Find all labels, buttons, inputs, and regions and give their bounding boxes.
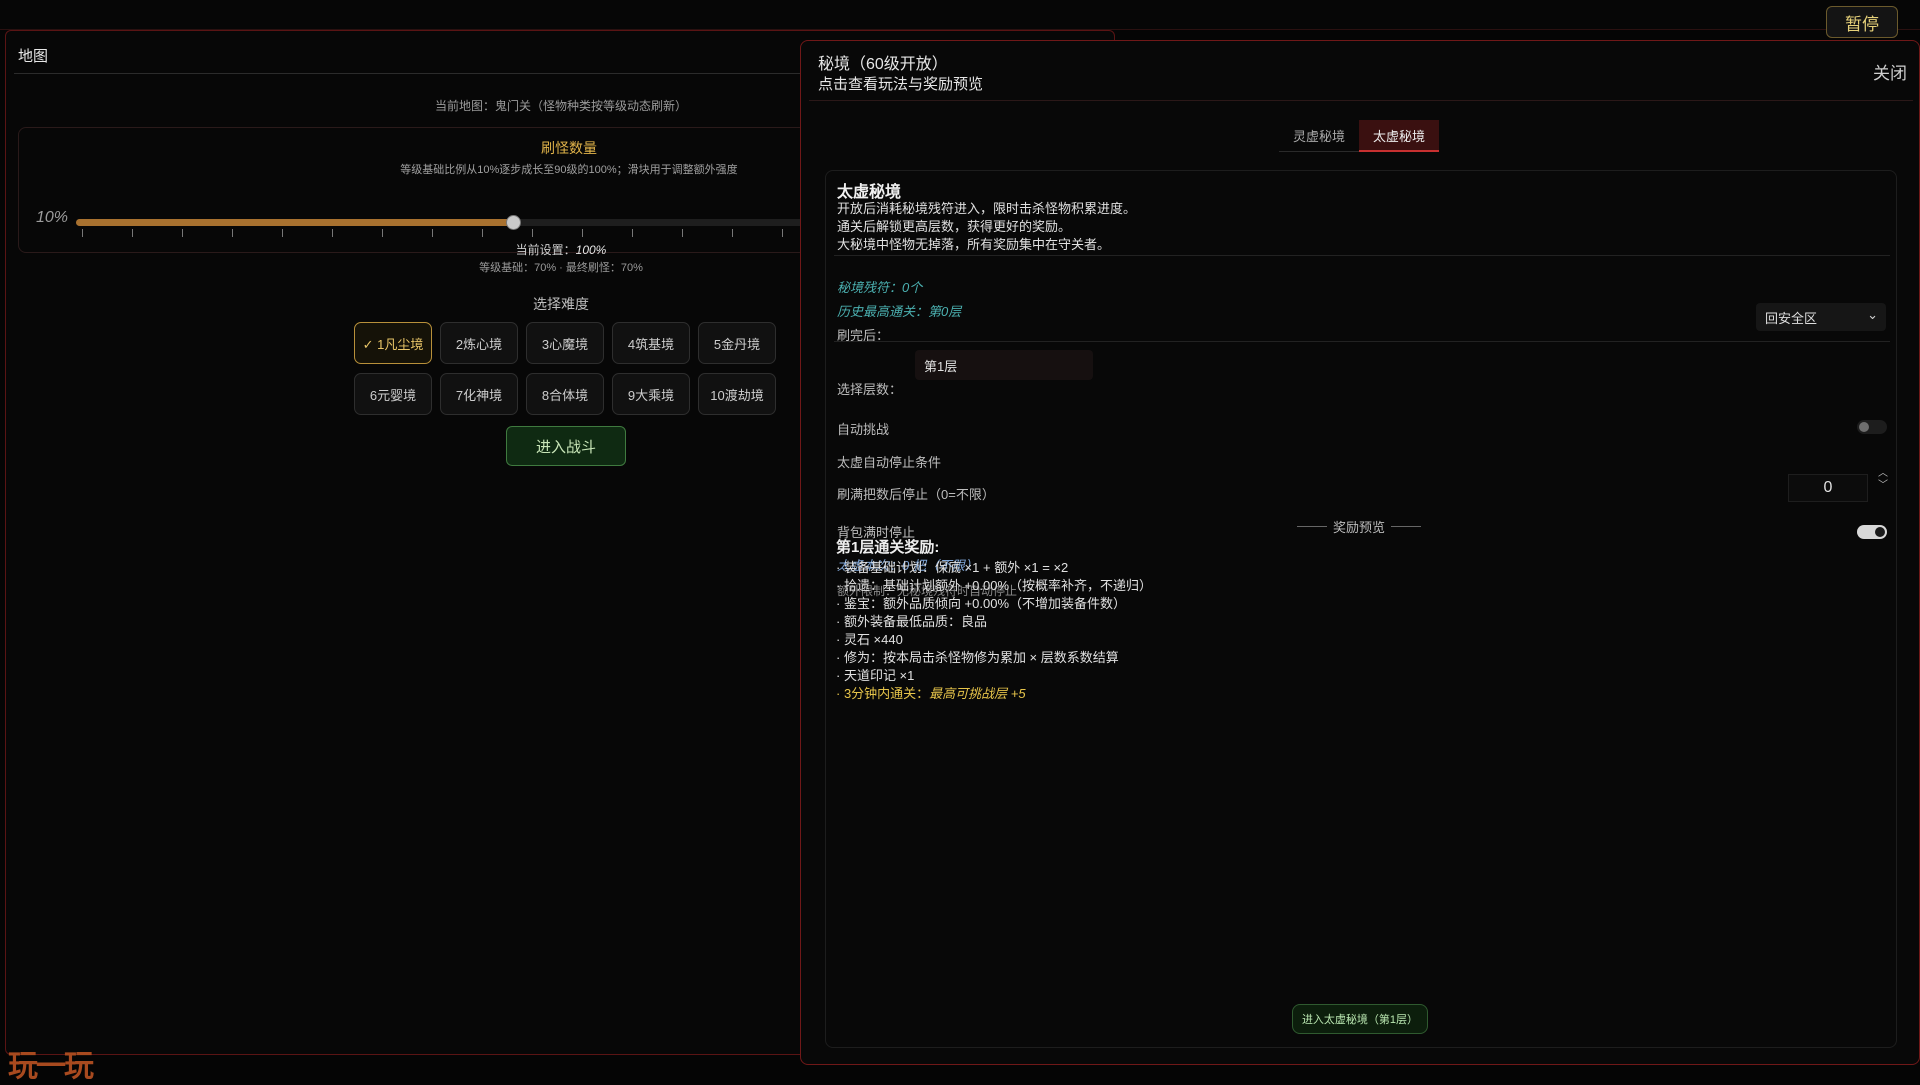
reward-item: · 鉴宝：额外品质倾向 +0.00%（不增加装备件数） [836,596,1127,611]
realm-desc-line: 通关后解锁更高层数，获得更好的奖励。 [837,219,1072,234]
difficulty-option[interactable]: 9大乘境 [612,373,690,415]
reward-item: · 灵石 ×440 [836,632,903,647]
slider-tick [432,229,433,237]
reward-heading: 第1层通关奖励: [836,539,940,556]
auto-challenge-toggle[interactable] [1857,420,1887,434]
map-title: 地图 [18,48,49,65]
close-button[interactable]: 关闭 [1873,59,1907,84]
dialog-title: 秘境（60级开放） [818,56,948,73]
chevron-down-icon: ⌄ [1867,307,1878,322]
stop-conditions-title: 太虚自动停止条件 [837,455,942,470]
difficulty-option[interactable]: 10渡劫境 [698,373,776,415]
enter-battle-button[interactable]: 进入战斗 [506,426,626,466]
divider [809,100,1913,101]
divider [834,341,1890,342]
enter-taixu-button[interactable]: 进入太虚秘境（第1层） [1292,1004,1428,1034]
slider-tick [532,229,533,237]
reward-item: · 修为：按本局击杀怪物修为累加 × 层数系数结算 [836,650,1119,665]
slider-tick [182,229,183,237]
slider-fill [76,219,513,226]
slider-tick [232,229,233,237]
slider-tick [682,229,683,237]
talisman-count: 秘境残符：0个 [837,280,923,295]
slider-tick [582,229,583,237]
divider [834,255,1890,256]
difficulty-grid: ✓ 1凡尘境 2炼心境 3心魔境 4筑基境 5金丹境 6元婴境 7化神境 8合体… [354,322,779,415]
realm-tabs: 灵虚秘境 太虚秘境 [1279,120,1440,152]
best-clear: 历史最高通关：第0层 [837,304,962,319]
top-bar [0,0,1920,30]
slider-tick [382,229,383,237]
difficulty-option[interactable]: 3心魔境 [526,322,604,364]
difficulty-option[interactable]: 5金丹境 [698,322,776,364]
slider-tick [632,229,633,237]
reward-item: · 天道印记 ×1 [836,668,915,683]
realm-desc-line: 开放后消耗秘境残符进入，限时击杀怪物积累进度。 [837,201,1137,216]
slider-tick [732,229,733,237]
layer-select[interactable]: 第1层 [915,350,1093,380]
auto-challenge-label: 自动挑战 [837,422,890,437]
reward-item: · 装备基础计划：保底 ×1 + 额外 ×1 = ×2 [836,560,1069,575]
stop-after-input[interactable]: 0 [1788,474,1868,502]
reward-item: · 拾遗：基础计划额外 +0.00%（按概率补齐，不递归） [836,578,1153,593]
slider-min-label: 10% [36,209,69,226]
slider-tick [332,229,333,237]
slider-tick [482,229,483,237]
slider-tick [282,229,283,237]
after-clear-select[interactable]: 回安全区 ⌄ [1756,303,1886,331]
tab-lingxu[interactable]: 灵虚秘境 [1279,120,1360,152]
bag-full-toggle[interactable] [1857,525,1887,539]
difficulty-option[interactable]: 4筑基境 [612,322,690,364]
difficulty-option[interactable]: 2炼心境 [440,322,518,364]
slider-tick [782,229,783,237]
tab-taixu[interactable]: 太虚秘境 [1359,120,1440,152]
logo: 玩一玩 [8,1049,94,1084]
stop-after-label: 刷满把数后停止（0=不限） [837,487,995,502]
difficulty-option[interactable]: 7化神境 [440,373,518,415]
difficulty-option[interactable]: 8合体境 [526,373,604,415]
difficulty-option[interactable]: 6元婴境 [354,373,432,415]
stepper-icon[interactable]: ︿ ﹀ [1878,468,1888,492]
reward-bonus: · 3分钟内通关：最高可挑战层 +5 [836,686,1026,701]
realm-desc-line: 大秘境中怪物无掉落，所有奖励集中在守关者。 [837,237,1111,252]
pause-button[interactable]: 暂停 [1826,6,1898,38]
reward-item: · 额外装备最低品质：良品 [836,614,987,629]
secret-realm-dialog: 秘境（60级开放） 点击查看玩法与奖励预览 关闭 灵虚秘境 太虚秘境 太虚秘境 … [800,40,1920,1065]
slider-tick [132,229,133,237]
layer-label: 选择层数： [837,382,903,397]
slider-handle[interactable] [505,215,521,230]
slider-tick [82,229,83,237]
reward-preview-title: 奖励预览 [1297,517,1422,536]
dialog-subtitle: 点击查看玩法与奖励预览 [818,76,984,93]
monster-count-slider[interactable] [76,215,804,230]
difficulty-option[interactable]: ✓ 1凡尘境 [354,322,432,364]
